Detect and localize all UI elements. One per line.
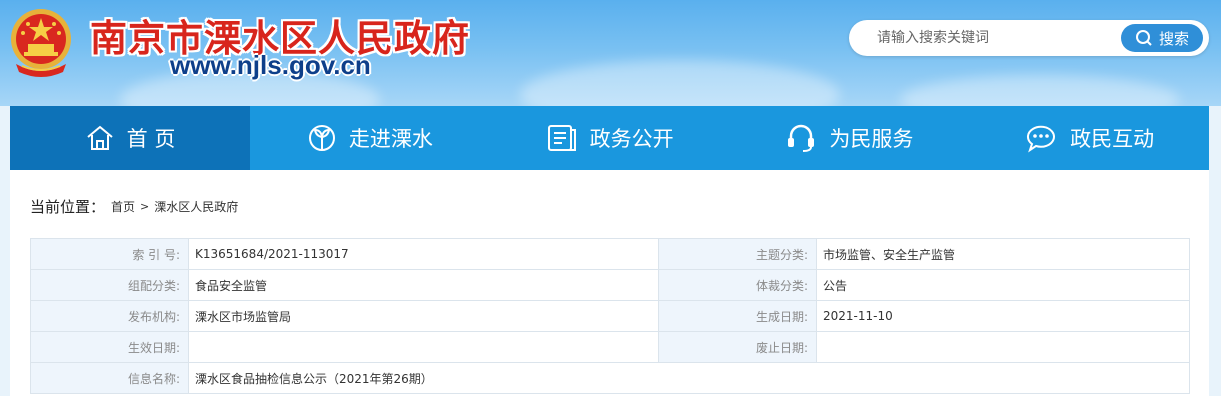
search-box: 搜索 [849, 20, 1209, 56]
field-value: 食品安全监管 [188, 269, 659, 301]
field-label: 发布机构: [30, 300, 189, 332]
page: 南京市溧水区人民政府 www.njls.gov.cn 搜索 首 页 [0, 0, 1221, 396]
field-value [188, 331, 659, 363]
nav-item-gov-affairs[interactable]: 政务公开 [490, 106, 730, 170]
nav-item-home[interactable]: 首 页 [10, 106, 250, 170]
field-label: 体裁分类: [658, 269, 817, 301]
field-label: 生成日期: [658, 300, 817, 332]
table-row: 组配分类: 食品安全监管 体裁分类: 公告 [30, 269, 1190, 301]
field-label: 信息名称: [30, 362, 189, 394]
nav-item-label: 为民服务 [829, 127, 914, 151]
nav-item-interaction[interactable]: 政民互动 [969, 106, 1209, 170]
breadcrumb-separator: > [140, 200, 150, 213]
table-row: 发布机构: 溧水区市场监管局 生成日期: 2021-11-10 [30, 300, 1190, 332]
headset-icon [788, 124, 815, 152]
table-row: 索 引 号: K13651684/2021-113017 主题分类: 市场监管、… [30, 238, 1190, 270]
field-value: 2021-11-10 [816, 300, 1190, 332]
field-label: 索 引 号: [30, 238, 189, 270]
field-value: 溧水区食品抽检信息公示（2021年第26期） [188, 362, 1190, 394]
site-header: 南京市溧水区人民政府 www.njls.gov.cn 搜索 [0, 0, 1221, 106]
search-icon [1135, 30, 1152, 46]
field-label: 废止日期: [658, 331, 817, 363]
nav-item-label: 走进溧水 [348, 127, 433, 151]
field-value: 市场监管、安全生产监管 [816, 238, 1190, 270]
nav-item-services[interactable]: 为民服务 [730, 106, 970, 170]
field-value: K13651684/2021-113017 [188, 238, 659, 270]
table-row: 信息名称: 溧水区食品抽检信息公示（2021年第26期） [30, 362, 1190, 394]
chat-icon [1027, 125, 1056, 153]
table-row: 生效日期: 废止日期: [30, 331, 1190, 363]
search-button[interactable]: 搜索 [1121, 24, 1203, 52]
leaf-icon [308, 125, 335, 151]
nav-item-label: 政务公开 [589, 127, 674, 151]
breadcrumb-link-district[interactable]: 溧水区人民政府 [154, 198, 238, 215]
breadcrumb: 当前位置： 首页 > 溧水区人民政府 [30, 196, 238, 217]
field-value: 溧水区市场监管局 [188, 300, 659, 332]
site-url: www.njls.gov.cn [170, 50, 371, 80]
field-value: 公告 [816, 269, 1190, 301]
nav-item-label: 首 页 [126, 127, 176, 151]
nav-item-label: 政民互动 [1070, 127, 1155, 151]
field-value [816, 331, 1190, 363]
field-label: 生效日期: [30, 331, 189, 363]
field-label: 组配分类: [30, 269, 189, 301]
field-label: 主题分类: [658, 238, 817, 270]
breadcrumb-label: 当前位置： [30, 198, 106, 216]
main-content: 当前位置： 首页 > 溧水区人民政府 索 引 号: K13651684/2021… [10, 170, 1209, 396]
nav-item-about[interactable]: 走进溧水 [250, 106, 490, 170]
national-emblem-icon [11, 9, 71, 77]
document-icon [547, 125, 576, 151]
breadcrumb-link-home[interactable]: 首页 [111, 198, 135, 215]
main-nav: 首 页 走进溧水 政务公开 为民服务 政民互动 [10, 106, 1209, 170]
home-icon [87, 125, 113, 150]
search-input[interactable] [877, 28, 1137, 48]
info-table: 索 引 号: K13651684/2021-113017 主题分类: 市场监管、… [30, 238, 1190, 394]
search-button-label: 搜索 [1158, 29, 1189, 48]
